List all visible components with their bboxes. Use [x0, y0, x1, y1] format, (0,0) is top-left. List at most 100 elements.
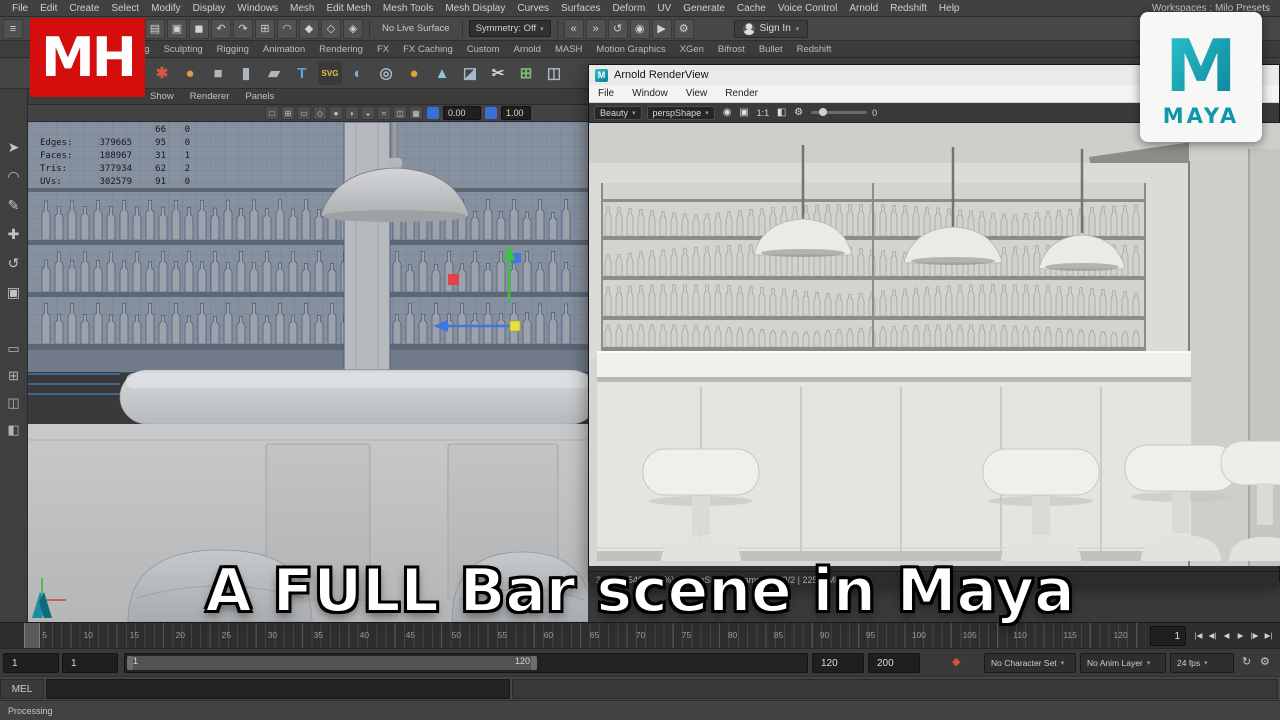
- gain-slider[interactable]: [811, 108, 868, 116]
- file-open-icon[interactable]: ▣: [167, 18, 187, 39]
- menu-item[interactable]: Curves: [511, 3, 555, 14]
- translate-field[interactable]: 0.00: [443, 106, 481, 120]
- input-connections-icon[interactable]: «: [563, 18, 584, 39]
- menu-item[interactable]: Select: [105, 3, 145, 14]
- wireframe-icon[interactable]: ◇: [313, 106, 327, 120]
- panel-menu-item[interactable]: Renderer: [190, 91, 230, 102]
- menu-item[interactable]: Deform: [607, 3, 652, 14]
- menu-item[interactable]: Mesh: [284, 3, 320, 14]
- render-current-frame-icon[interactable]: ◉: [629, 18, 650, 39]
- svg-tool-icon[interactable]: SVG: [318, 61, 342, 85]
- grid-toggle-icon[interactable]: ⊞: [281, 106, 295, 120]
- shelf-tab[interactable]: Arnold: [506, 44, 547, 55]
- combine-icon[interactable]: ◎: [374, 61, 398, 85]
- shelf-tab[interactable]: Rigging: [210, 44, 256, 55]
- viewport-canvas[interactable]: [28, 122, 588, 622]
- fps-dropdown[interactable]: 24 fps ▾: [1170, 653, 1234, 673]
- play-forwards-button[interactable]: ▶: [1234, 625, 1247, 646]
- make-live-icon[interactable]: ◈: [343, 18, 363, 39]
- symmetry-dropdown[interactable]: Symmetry: Off ▾: [468, 20, 551, 37]
- menu-item[interactable]: Edit Mesh: [320, 3, 376, 14]
- menu-item[interactable]: Arnold: [843, 3, 884, 14]
- poly-cube-icon[interactable]: ■: [206, 61, 230, 85]
- layout-four-pane-icon[interactable]: ⊞: [4, 366, 24, 386]
- antialias-icon[interactable]: ≈: [377, 106, 391, 120]
- bevel-icon[interactable]: ◪: [458, 61, 482, 85]
- redo-icon[interactable]: ↷: [233, 18, 253, 39]
- layout-single-pane-icon[interactable]: ▭: [4, 339, 24, 359]
- render-settings-icon[interactable]: ⚙: [673, 18, 694, 39]
- arnold-menu-item[interactable]: View: [677, 88, 717, 99]
- shelf-tab[interactable]: Redshift: [790, 44, 839, 55]
- menu-item[interactable]: Voice Control: [772, 3, 843, 14]
- layout-two-pane-icon[interactable]: ◫: [4, 393, 24, 413]
- loop-playback-icon[interactable]: ↻: [1242, 655, 1251, 668]
- arnold-menu-item[interactable]: Render: [716, 88, 767, 99]
- play-backwards-button[interactable]: ◀: [1220, 625, 1233, 646]
- ipr-render-icon[interactable]: ▶: [651, 18, 672, 39]
- shelf-tab[interactable]: Sculpting: [157, 44, 210, 55]
- character-set-dropdown[interactable]: No Character Set ▾: [984, 653, 1076, 673]
- menu-item[interactable]: Display: [187, 3, 232, 14]
- range-slider[interactable]: 1 120: [124, 653, 808, 673]
- poly-sphere-icon[interactable]: ●: [178, 61, 202, 85]
- go-to-end-button[interactable]: ▶|: [1262, 625, 1275, 646]
- menu-item[interactable]: Create: [63, 3, 105, 14]
- shelf-tab[interactable]: Animation: [256, 44, 312, 55]
- step-forward-button[interactable]: |▶: [1248, 625, 1261, 646]
- render-region-icon[interactable]: ▣: [737, 105, 752, 120]
- film-gate-icon[interactable]: ▭: [297, 106, 311, 120]
- step-back-button[interactable]: ◀|: [1206, 625, 1219, 646]
- paint-select-tool-icon[interactable]: ✎: [4, 195, 24, 215]
- scale-field[interactable]: 1.00: [501, 106, 531, 120]
- poly-plane-icon[interactable]: ▰: [262, 61, 286, 85]
- anim-layer-dropdown[interactable]: No Anim Layer ▾: [1080, 653, 1166, 673]
- extrude-icon[interactable]: ▲: [430, 61, 454, 85]
- shadows-icon[interactable]: ◗: [345, 106, 359, 120]
- snap-grid-icon[interactable]: ⊞: [255, 18, 275, 39]
- shelf-tab[interactable]: XGen: [673, 44, 711, 55]
- aov-dropdown[interactable]: Beauty ▾: [594, 105, 642, 120]
- playback-start-field[interactable]: 1: [62, 653, 118, 673]
- arnold-menu-item[interactable]: File: [589, 88, 623, 99]
- move-tool-icon[interactable]: ✚: [4, 224, 24, 244]
- live-surface-label[interactable]: No Live Surface: [376, 23, 456, 34]
- lasso-tool-icon[interactable]: ◠: [4, 166, 24, 186]
- construction-history-icon[interactable]: ↺: [607, 18, 628, 39]
- range-slider-active[interactable]: [127, 656, 537, 670]
- shelf-tab[interactable]: FX: [370, 44, 396, 55]
- select-camera-icon[interactable]: □: [265, 106, 279, 120]
- mirror-icon[interactable]: ◫: [542, 61, 566, 85]
- file-save-icon[interactable]: ◼: [189, 18, 209, 39]
- panel-menu-item[interactable]: Show: [150, 91, 174, 102]
- type-tool-icon[interactable]: T: [290, 61, 314, 85]
- menu-item[interactable]: Edit: [34, 3, 63, 14]
- menu-item[interactable]: File: [6, 3, 34, 14]
- shelf-tab[interactable]: Bifrost: [711, 44, 752, 55]
- menu-item[interactable]: Redshift: [884, 3, 933, 14]
- command-language-button[interactable]: MEL: [0, 679, 44, 699]
- rotate-tool-icon[interactable]: ↺: [4, 253, 24, 273]
- arnold-render-image[interactable]: [589, 123, 1280, 566]
- poly-cylinder-icon[interactable]: ▮: [234, 61, 258, 85]
- shelf-tab[interactable]: Custom: [460, 44, 507, 55]
- ab-compare-icon[interactable]: ◧: [774, 105, 789, 120]
- shelf-tab[interactable]: Rendering: [312, 44, 370, 55]
- undo-icon[interactable]: ↶: [211, 18, 231, 39]
- snap-curve-icon[interactable]: ◠: [277, 18, 297, 39]
- menu-item[interactable]: Mesh Display: [439, 3, 511, 14]
- shelf-tab[interactable]: Motion Graphics: [589, 44, 672, 55]
- display-settings-icon[interactable]: ⚙: [791, 105, 806, 120]
- command-input-field[interactable]: [46, 679, 510, 699]
- output-connections-icon[interactable]: »: [585, 18, 606, 39]
- xray-icon[interactable]: ◫: [393, 106, 407, 120]
- snap-point-icon[interactable]: ◆: [299, 18, 319, 39]
- script-output-field[interactable]: [512, 679, 1278, 699]
- menu-item[interactable]: Generate: [677, 3, 731, 14]
- go-to-start-button[interactable]: |◀: [1192, 625, 1205, 646]
- menu-item[interactable]: Mesh Tools: [377, 3, 439, 14]
- boolean-icon[interactable]: ◐: [346, 61, 370, 85]
- menu-item[interactable]: Help: [933, 3, 966, 14]
- smooth-icon[interactable]: ●: [402, 61, 426, 85]
- nurbs-curves-icon[interactable]: ✱: [150, 61, 174, 85]
